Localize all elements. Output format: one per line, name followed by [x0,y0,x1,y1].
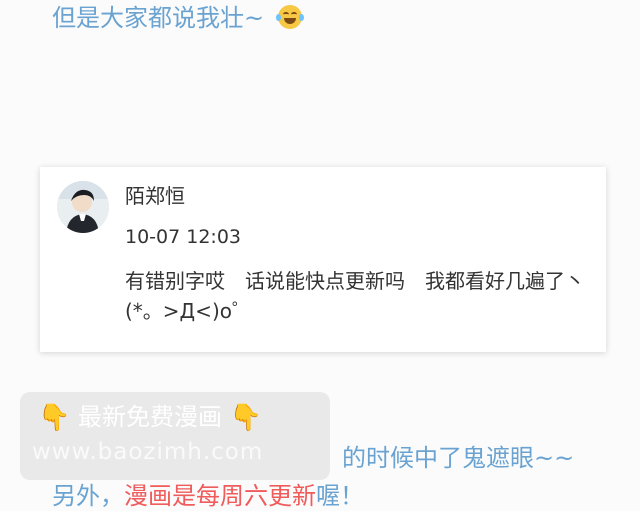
site-watermark: 👇 最新免费漫画 👇 www.baozimh.com [20,392,330,480]
watermark-title: 最新免费漫画 [78,403,223,431]
laugh-cry-emoji-icon [275,5,304,29]
bottom-caption-prefix: 另外， [52,482,124,510]
avatar-image [57,181,109,233]
top-caption-line: 但是大家都说我壮~ [52,3,304,33]
bottom-caption-suffix: 喔！ [316,482,364,510]
comment-card: 陌郑恒 10-07 12:03 有错别字哎 话说能快点更新吗 我都看好几遍了丶(… [40,167,606,352]
comment-body: 有错别字哎 话说能快点更新吗 我都看好几遍了丶(*。>Д<)o゜ [125,269,585,323]
comment-timestamp: 10-07 12:03 [125,226,242,248]
watermark-site: www.baozimh.com [32,439,264,465]
middle-caption-text: 的时候中了鬼遮眼~~ [342,444,575,472]
top-caption-text: 但是大家都说我壮~ [52,4,265,32]
pointing-down-hand-icon: 👇 [229,403,263,433]
watermark-title-row: 👇 最新免费漫画 👇 [38,401,262,434]
pointing-down-hand-icon: 👇 [38,403,71,433]
update-schedule-highlight: 漫画是每周六更新 [124,482,316,510]
user-avatar[interactable] [57,181,109,233]
bottom-caption-line: 另外，漫画是每周六更新喔！ [52,481,364,511]
comment-username[interactable]: 陌郑恒 [125,183,185,209]
